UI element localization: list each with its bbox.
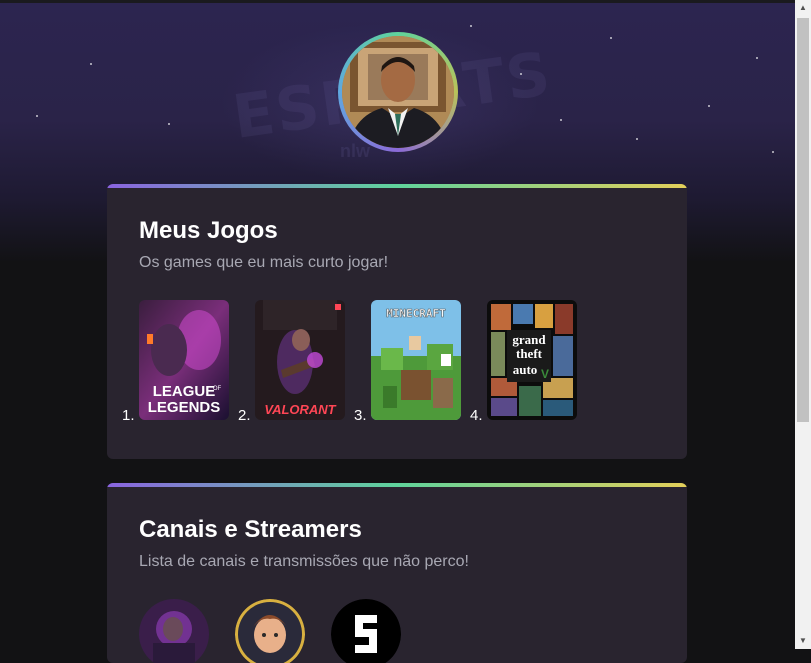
star xyxy=(636,138,638,140)
game-number: 2. xyxy=(238,407,251,424)
scroll-up-arrow-icon[interactable]: ▲ xyxy=(795,0,811,16)
games-title: Meus Jogos xyxy=(139,217,278,244)
league-of-legends-cover-icon[interactable]: LEAGUE OF LEGENDS xyxy=(139,300,229,420)
star xyxy=(168,123,170,125)
gta-v-cover-icon[interactable]: grand theft auto V xyxy=(487,300,577,420)
minecraft-cover-icon[interactable]: MINECRAFT xyxy=(371,300,461,420)
game-item-league-of-legends[interactable]: 1. LEAGUE OF LEGENDS xyxy=(122,300,229,424)
star xyxy=(470,25,472,27)
star xyxy=(520,73,522,75)
svg-text:VALORANT: VALORANT xyxy=(264,402,336,417)
channels-subtitle: Lista de canais e transmissões que não p… xyxy=(139,553,469,570)
profile-photo-icon xyxy=(342,36,454,148)
star xyxy=(560,119,562,121)
background-logo-watermark-small: nlw xyxy=(340,141,370,161)
svg-text:V: V xyxy=(541,367,549,381)
svg-text:LEAGUE: LEAGUE xyxy=(153,383,216,400)
channels-card: Canais e Streamers Lista de canais e tra… xyxy=(107,483,687,663)
scrollbar[interactable]: ▲ ▼ xyxy=(795,0,811,649)
streamer-avatar-3-icon[interactable] xyxy=(331,599,401,663)
svg-text:auto: auto xyxy=(513,362,538,377)
svg-text:grand: grand xyxy=(512,332,546,347)
svg-text:MINECRAFT: MINECRAFT xyxy=(386,307,446,320)
svg-text:theft: theft xyxy=(516,346,543,361)
game-item-gta-v[interactable]: 4. grand theft auto V xyxy=(470,300,577,424)
star xyxy=(772,151,774,153)
profile-avatar[interactable] xyxy=(338,32,458,152)
star xyxy=(90,63,92,65)
game-number: 1. xyxy=(122,407,135,424)
scroll-down-arrow-icon[interactable]: ▼ xyxy=(795,633,811,649)
streamer-avatar-1-icon[interactable] xyxy=(139,599,209,663)
games-card: Meus Jogos Os games que eu mais curto jo… xyxy=(107,184,687,459)
games-subtitle: Os games que eu mais curto jogar! xyxy=(139,254,389,271)
game-item-minecraft[interactable]: 3. MINECRAFT xyxy=(354,300,461,424)
game-number: 4. xyxy=(470,407,483,424)
star xyxy=(756,57,758,59)
streamer-avatar-2-icon[interactable] xyxy=(235,599,305,663)
game-number: 3. xyxy=(354,407,367,424)
valorant-cover-icon[interactable]: VALORANT xyxy=(255,300,345,420)
star xyxy=(36,115,38,117)
channels-title: Canais e Streamers xyxy=(139,516,362,543)
star xyxy=(610,37,612,39)
svg-text:OF: OF xyxy=(213,386,222,392)
star xyxy=(708,105,710,107)
game-item-valorant[interactable]: 2. VALORANT xyxy=(238,300,345,424)
svg-text:LEGENDS: LEGENDS xyxy=(148,399,221,416)
scrollbar-thumb[interactable] xyxy=(797,18,809,422)
